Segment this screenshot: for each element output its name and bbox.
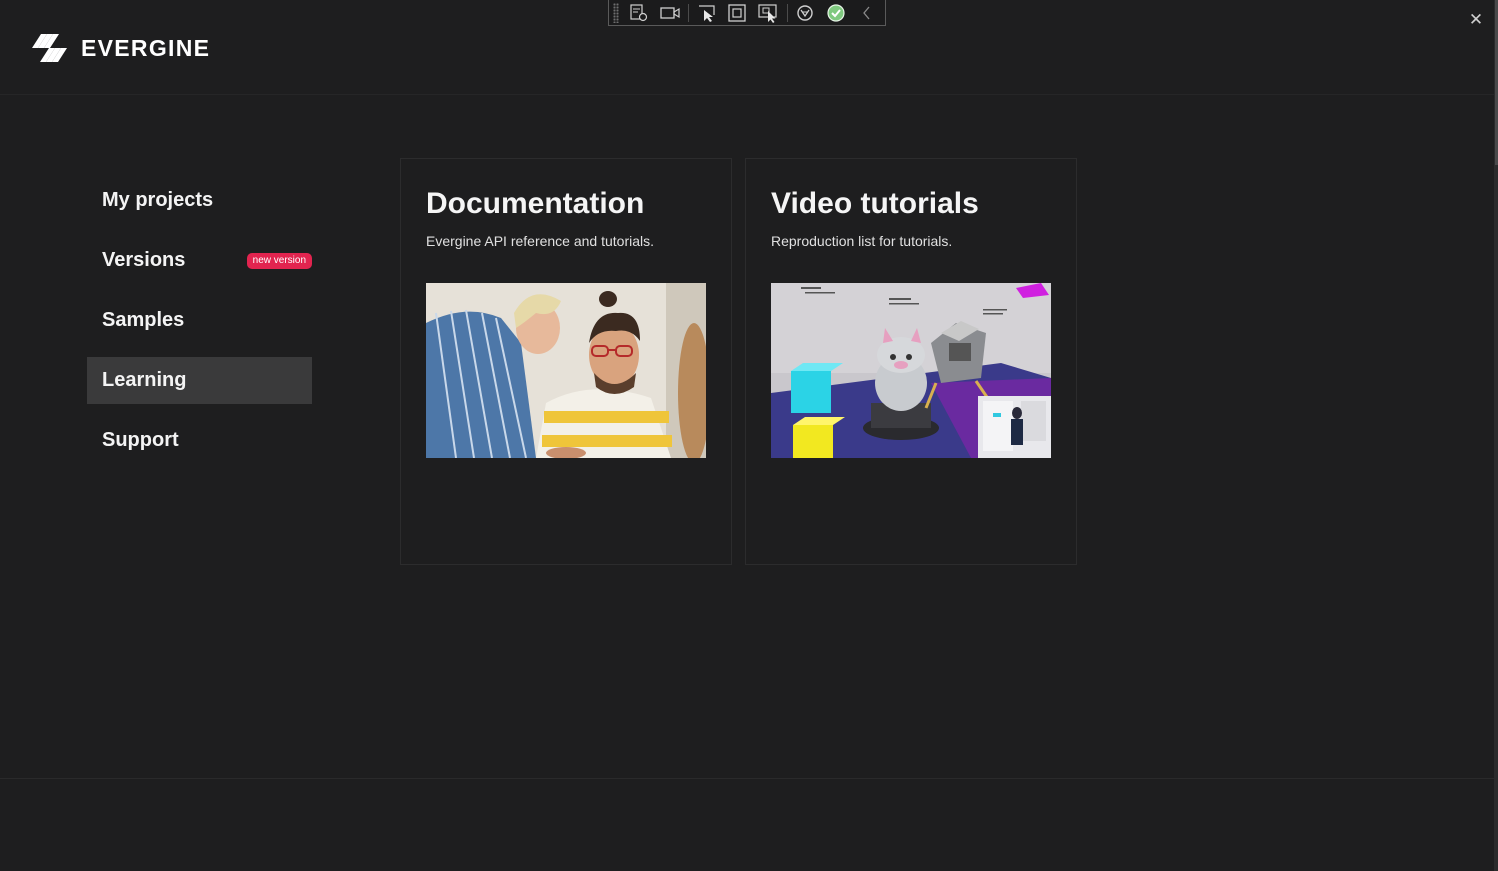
card-title: Video tutorials xyxy=(771,187,979,220)
collapse-chevron-icon[interactable] xyxy=(854,2,879,24)
select-element-icon[interactable] xyxy=(694,2,719,24)
sidebar-nav: My projects Versions new version Samples… xyxy=(87,177,312,477)
brand-name: EVERGINE xyxy=(81,34,211,61)
display-layout-adorners-icon[interactable] xyxy=(725,2,750,24)
toolbar-separator xyxy=(786,3,788,22)
new-version-badge: new version xyxy=(246,253,312,269)
documentation-card[interactable]: Documentation Evergine API reference and… xyxy=(400,158,732,565)
track-focused-element-icon[interactable] xyxy=(756,2,781,24)
evergine-logo-icon xyxy=(32,34,67,62)
nav-item-versions[interactable]: Versions new version xyxy=(87,237,312,284)
video-tutorials-card[interactable]: Video tutorials Reproduction list for tu… xyxy=(745,158,1077,565)
hot-reload-icon[interactable] xyxy=(793,2,818,24)
card-description: Evergine API reference and tutorials. xyxy=(426,233,655,249)
card-title: Documentation xyxy=(426,187,645,220)
nav-item-label: Versions xyxy=(102,249,186,271)
nav-item-samples[interactable]: Samples xyxy=(87,297,312,344)
logo: EVERGINE xyxy=(32,32,210,64)
nav-item-label: Support xyxy=(102,429,179,451)
nav-item-label: Samples xyxy=(102,309,185,331)
nav-item-my-projects[interactable]: My projects xyxy=(87,177,312,224)
close-icon[interactable]: ✕ xyxy=(1466,10,1486,30)
live-visual-tree-icon[interactable] xyxy=(627,2,652,24)
launcher-window: EVERGINE ✕ My projects Versions new vers… xyxy=(0,0,1498,871)
toolbar-separator xyxy=(688,3,690,22)
video-tutorials-image xyxy=(771,283,1051,458)
nav-item-learning[interactable]: Learning xyxy=(87,357,312,404)
nav-item-label: My projects xyxy=(102,189,214,211)
debug-toolbar xyxy=(608,0,886,26)
card-description: Reproduction list for tutorials. xyxy=(771,233,953,249)
record-icon[interactable] xyxy=(658,2,683,24)
documentation-image xyxy=(426,283,706,458)
check-icon[interactable] xyxy=(823,2,848,24)
toolbar-grip[interactable] xyxy=(613,2,619,23)
nav-item-label: Learning xyxy=(102,369,187,391)
nav-item-support[interactable]: Support xyxy=(87,417,312,464)
footer-divider xyxy=(0,778,1494,779)
